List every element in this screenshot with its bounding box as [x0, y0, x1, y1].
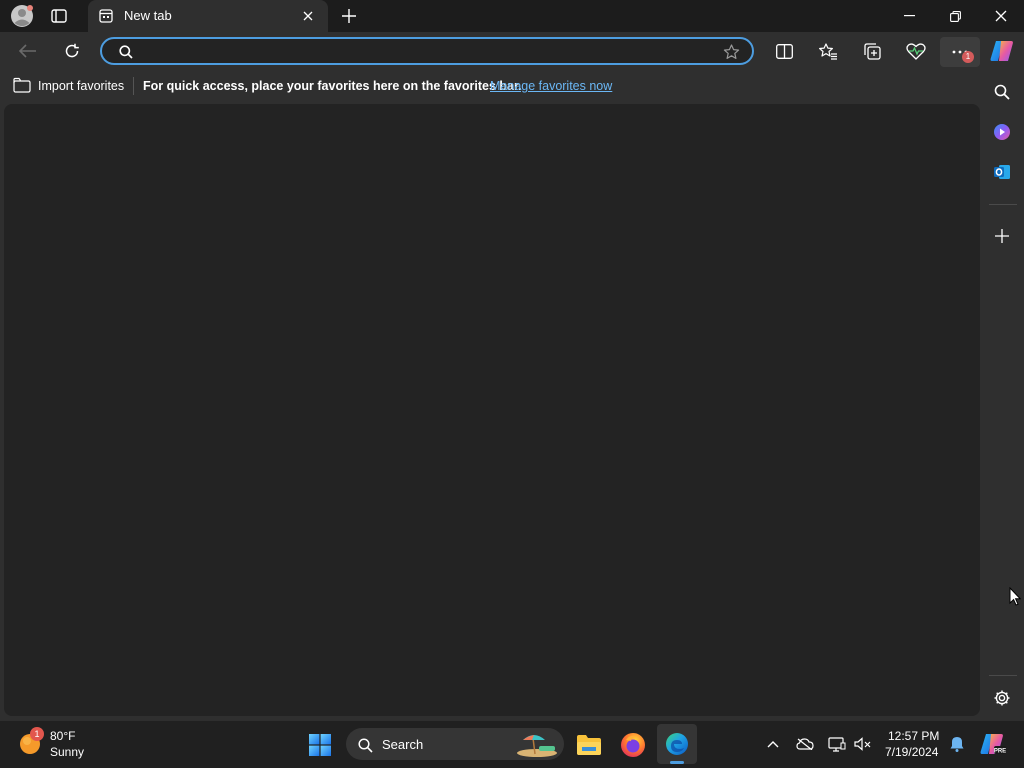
mouse-cursor	[1009, 587, 1021, 606]
manage-favorites-link[interactable]: Manage favorites now	[490, 79, 612, 93]
sidebar-bottom-divider	[989, 675, 1017, 676]
outlook-icon[interactable]	[990, 161, 1014, 183]
import-favorites-button[interactable]: Import favorites	[38, 79, 124, 93]
start-icon[interactable]	[306, 732, 334, 758]
collections-icon[interactable]	[860, 40, 884, 62]
onedrive-icon[interactable]	[794, 734, 816, 754]
file-explorer-icon[interactable]	[574, 730, 604, 760]
address-bar[interactable]	[100, 37, 754, 65]
chevron-up-icon[interactable]	[762, 734, 784, 754]
profile-avatar[interactable]	[9, 3, 35, 29]
new-tab-page-icon	[98, 8, 114, 24]
weather-widget[interactable]: 1 80°F Sunny	[14, 724, 98, 764]
sidebar-copilot-icon[interactable]	[990, 121, 1014, 143]
taskbar-search-label: Search	[382, 737, 424, 752]
taskbar-search[interactable]: Search	[346, 728, 564, 760]
favorite-star-icon[interactable]	[720, 41, 742, 63]
import-favorites-icon[interactable]	[12, 76, 32, 94]
favorites-bar-message: For quick access, place your favorites h…	[143, 79, 522, 93]
notification-badge: 1	[962, 51, 974, 63]
sidebar-search-icon[interactable]	[990, 81, 1014, 103]
active-app-indicator	[670, 761, 684, 764]
favorites-icon[interactable]	[816, 40, 840, 62]
tab-new-tab[interactable]: New tab	[88, 0, 328, 32]
search-icon	[117, 43, 135, 61]
refresh-icon[interactable]	[60, 40, 84, 62]
copilot-icon[interactable]	[988, 38, 1016, 64]
edge-icon	[664, 731, 690, 757]
notification-bell-icon[interactable]	[946, 734, 968, 754]
close-window-button[interactable]	[988, 4, 1014, 28]
split-screen-icon[interactable]	[772, 40, 796, 62]
minimize-button[interactable]	[896, 4, 922, 28]
sidebar-add-icon[interactable]	[990, 225, 1014, 247]
page-content[interactable]	[4, 104, 980, 716]
clock-date[interactable]: 7/19/2024	[885, 745, 938, 759]
close-tab-icon[interactable]	[300, 8, 316, 24]
sidebar-divider	[989, 204, 1017, 205]
weather-condition: Sunny	[50, 745, 85, 759]
weather-badge: 1	[30, 727, 44, 741]
clock-time[interactable]: 12:57 PM	[888, 729, 939, 743]
tab-title: New tab	[124, 8, 172, 23]
taskbar-search-icon	[356, 736, 374, 754]
browser-essentials-icon[interactable]	[904, 40, 928, 62]
search-highlight-icon	[514, 730, 560, 758]
tab-actions-icon[interactable]	[48, 6, 70, 26]
firefox-icon[interactable]	[618, 730, 648, 760]
back-icon[interactable]	[16, 40, 40, 62]
address-input[interactable]	[142, 42, 706, 62]
copilot-pre-icon[interactable]: PRE	[978, 730, 1008, 758]
restore-button[interactable]	[942, 4, 968, 28]
svg-text:PRE: PRE	[994, 749, 1006, 755]
display-icon[interactable]	[826, 734, 848, 754]
sidebar-settings-icon[interactable]	[990, 687, 1014, 709]
favorites-divider	[133, 77, 134, 95]
new-tab-button[interactable]	[338, 5, 360, 27]
weather-temperature: 80°F	[50, 729, 76, 743]
speaker-muted-icon[interactable]	[852, 734, 874, 754]
more-menu-button[interactable]: 1	[940, 37, 980, 67]
edge-taskbar-button[interactable]	[657, 724, 697, 764]
